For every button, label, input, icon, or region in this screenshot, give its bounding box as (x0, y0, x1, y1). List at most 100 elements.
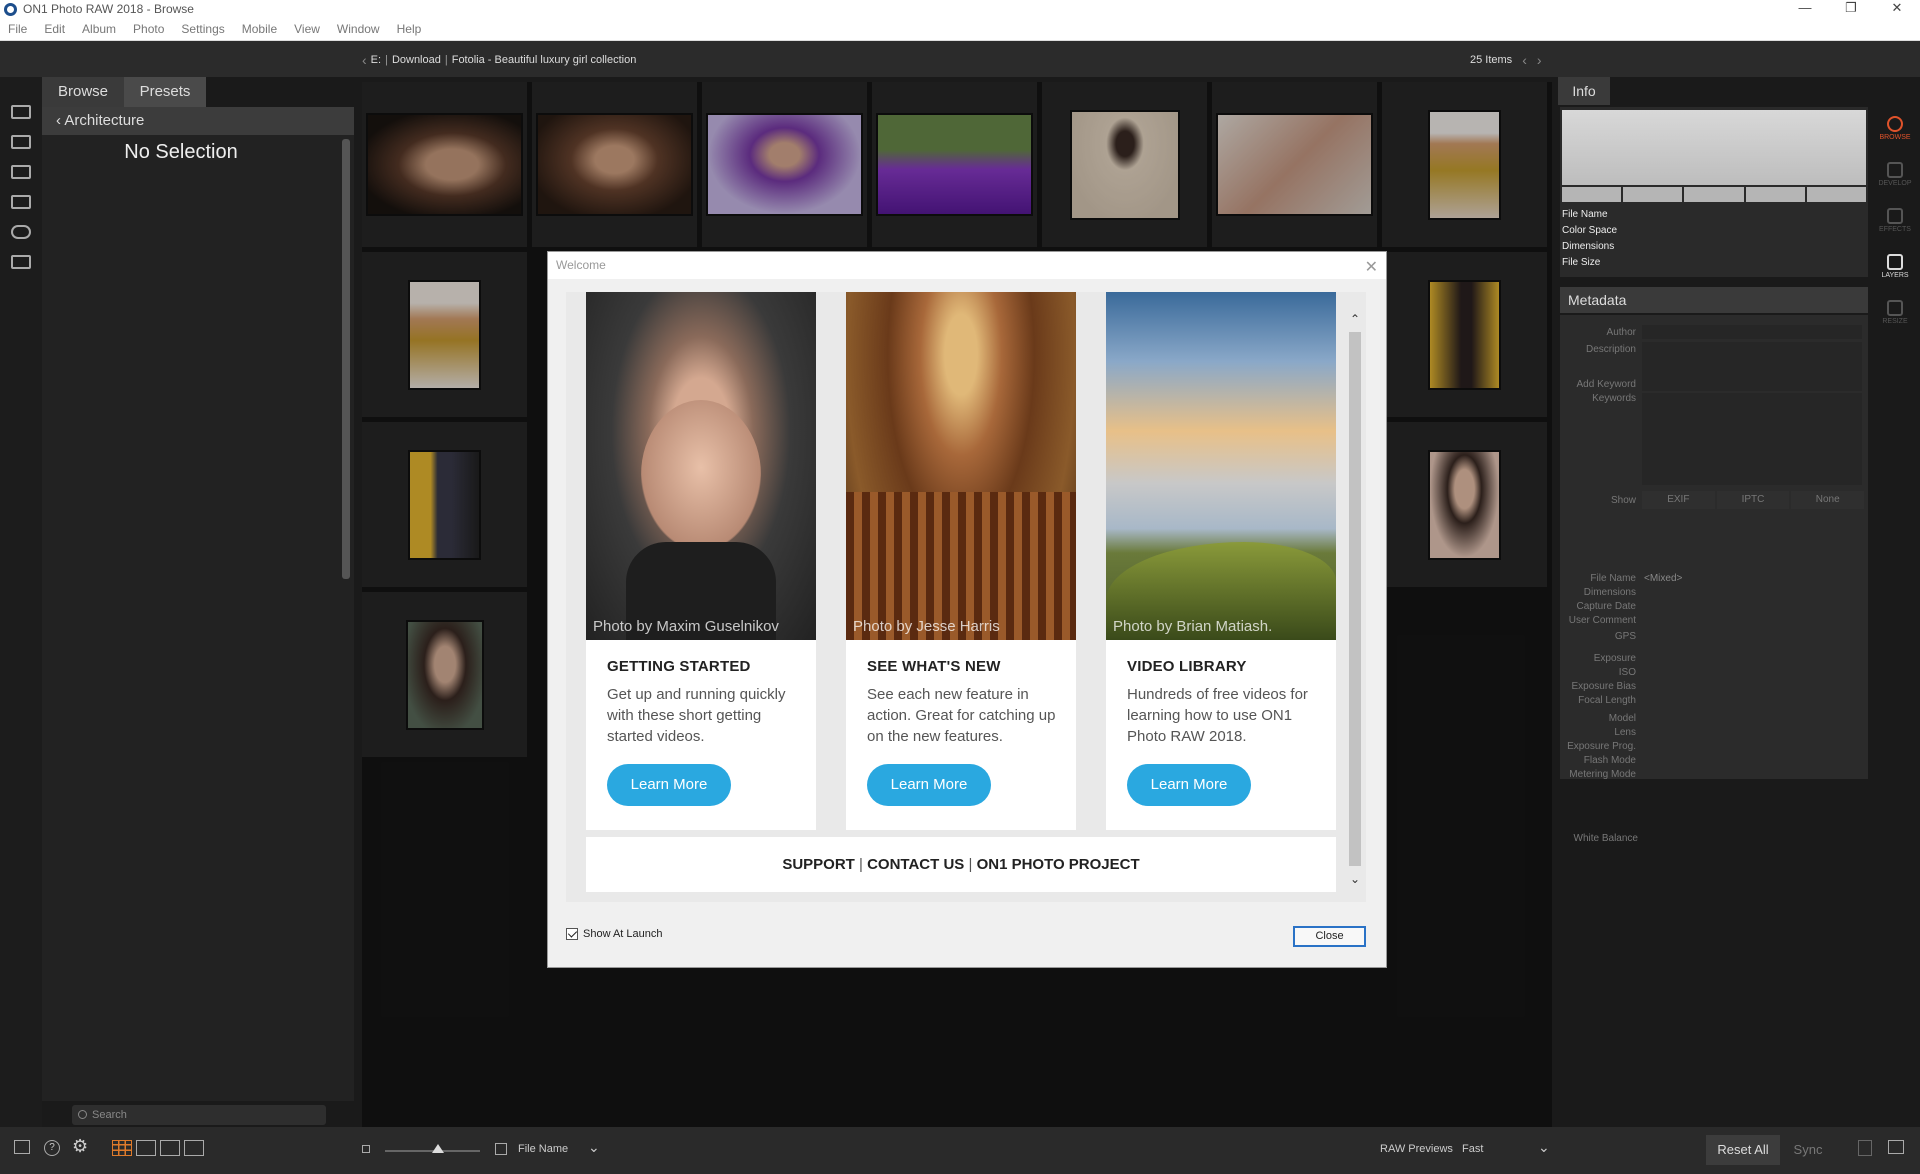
cloud-icon[interactable] (0, 217, 42, 247)
help-icon[interactable]: ? (44, 1140, 60, 1156)
item-count-area: 25 Items ‹ › (1470, 52, 1542, 68)
menu-mobile[interactable]: Mobile (234, 22, 286, 36)
right-panel: Info File Name Color Space Dimensions Fi… (1558, 77, 1870, 1127)
meta-add-keyword-label: Add Keyword (1576, 379, 1636, 390)
compare-view-icon[interactable] (184, 1140, 204, 1156)
show-iptc-button[interactable]: IPTC (1716, 491, 1790, 509)
sync-button[interactable]: Sync (1780, 1135, 1836, 1165)
raw-previews-select[interactable]: Fast (1462, 1143, 1483, 1155)
local-drives-icon[interactable] (0, 97, 42, 127)
learn-more-button[interactable]: Learn More (607, 764, 731, 806)
meta-iso-label: ISO (1618, 667, 1636, 678)
path-collection[interactable]: Fotolia - Beautiful luxury girl collecti… (452, 54, 637, 66)
dialog-title: Welcome (548, 252, 1386, 279)
meta-add-keyword-field[interactable] (1642, 377, 1862, 391)
menu-help[interactable]: Help (389, 22, 431, 36)
metadata-header[interactable]: Metadata (1560, 287, 1868, 313)
mode-develop[interactable]: DEVELOP (1870, 151, 1920, 197)
card-image-cathedral: Photo by Jesse Harris (846, 292, 1076, 640)
mode-browse[interactable]: BROWSE (1870, 105, 1920, 151)
network-drive-icon[interactable] (0, 187, 42, 217)
card-heading: VIDEO LIBRARY (1127, 658, 1247, 675)
path-drive[interactable]: E: (371, 54, 381, 66)
meta-file-name-label: File Name (1590, 573, 1636, 584)
tab-presets[interactable]: Presets (124, 77, 206, 107)
meta-dimensions-label: Dimensions (1583, 587, 1636, 598)
meta-description-label: Description (1585, 344, 1636, 355)
filmstrip-view-icon[interactable] (160, 1140, 180, 1156)
path-separator: | (385, 54, 388, 66)
folder-breadcrumb[interactable]: ‹ Architecture (42, 107, 354, 135)
contact-us-link[interactable]: CONTACT US (867, 856, 964, 873)
mode-effects[interactable]: EFFECTS (1870, 197, 1920, 243)
card-body: Get up and running quickly with these sh… (607, 686, 786, 745)
gear-icon[interactable]: ⚙ (72, 1136, 88, 1157)
grid-view-icon[interactable] (112, 1140, 132, 1156)
prev-chevron-icon[interactable]: ‹ (1522, 52, 1527, 68)
photo-credit: Photo by Jesse Harris (853, 618, 1000, 635)
card-body: Hundreds of free videos for learning how… (1127, 686, 1308, 745)
menu-window[interactable]: Window (329, 22, 389, 36)
sort-field[interactable]: File Name (518, 1143, 568, 1155)
meta-white-balance-label: White Balance (1573, 833, 1638, 844)
resize-icon (1887, 299, 1903, 316)
menu-view[interactable]: View (286, 22, 329, 36)
tab-info[interactable]: Info (1558, 77, 1610, 105)
meta-exposure-bias-label: Exposure Bias (1571, 681, 1636, 692)
photo-project-link[interactable]: ON1 PHOTO PROJECT (977, 856, 1140, 873)
chevron-down-icon[interactable]: ⌄ (1538, 1139, 1550, 1156)
menu-photo[interactable]: Photo (125, 22, 173, 36)
detail-view-icon[interactable] (136, 1140, 156, 1156)
window-controls: — ❐ ✕ (1782, 0, 1920, 16)
close-button[interactable]: Close (1293, 926, 1366, 947)
info-file-name: File Name (1562, 209, 1608, 220)
sort-checkbox[interactable] (495, 1143, 507, 1158)
menu-edit[interactable]: Edit (36, 22, 74, 36)
slider-knob[interactable] (432, 1144, 444, 1153)
menu-settings[interactable]: Settings (173, 22, 233, 36)
mode-layers[interactable]: LAYERS (1870, 243, 1920, 289)
minimize-icon[interactable]: — (1782, 0, 1828, 16)
show-at-launch-option[interactable]: Show At Launch (566, 928, 663, 940)
reset-all-button[interactable]: Reset All (1706, 1135, 1780, 1165)
next-chevron-icon[interactable]: › (1537, 52, 1542, 68)
view-mode-icons (112, 1140, 204, 1156)
window-title: ON1 Photo RAW 2018 - Browse (23, 2, 194, 16)
show-none-button[interactable]: None (1791, 491, 1865, 509)
chevron-down-icon[interactable]: ⌄ (588, 1139, 600, 1156)
breadcrumb-label: Architecture (64, 112, 145, 129)
back-chevron-icon[interactable]: ‹ (362, 52, 367, 68)
breadcrumb: ‹ E: | Download | Fotolia - Beautiful lu… (362, 52, 636, 68)
path-folder[interactable]: Download (392, 54, 441, 66)
share-icon[interactable] (1858, 1140, 1872, 1156)
card-row: Photo by Maxim Guselnikov GETTING STARTE… (586, 292, 1336, 830)
card-image-portrait: Photo by Maxim Guselnikov (586, 292, 816, 640)
meta-description-field[interactable] (1642, 342, 1862, 378)
meta-author-field[interactable] (1642, 325, 1862, 339)
support-link[interactable]: SUPPORT (782, 856, 855, 873)
panel-scrollbar[interactable] (342, 139, 350, 579)
mode-resize[interactable]: RESIZE (1870, 289, 1920, 335)
close-window-icon[interactable]: ✕ (1874, 0, 1920, 16)
dialog-scrollbar[interactable]: ⌃ ⌄ (1348, 312, 1362, 892)
meta-exposure-prog-label: Exposure Prog. (1567, 741, 1636, 752)
scroll-down-icon[interactable]: ⌄ (1348, 872, 1362, 886)
scroll-up-icon[interactable]: ⌃ (1348, 312, 1362, 326)
tab-browse[interactable]: Browse (42, 77, 124, 107)
right-panel-toggle-icon[interactable] (1888, 1140, 1904, 1154)
scroll-track[interactable] (1349, 332, 1361, 866)
menu-album[interactable]: Album (74, 22, 125, 36)
menu-file[interactable]: File (0, 22, 36, 36)
search-input[interactable]: Search (72, 1105, 326, 1125)
panel-toggle-icon[interactable] (14, 1140, 30, 1154)
photo-credit: Photo by Brian Matiash. (1113, 618, 1273, 635)
restore-icon[interactable]: ❐ (1828, 0, 1874, 16)
show-exif-button[interactable]: EXIF (1642, 491, 1715, 509)
develop-icon (1887, 161, 1903, 178)
show-at-launch-checkbox[interactable] (566, 928, 578, 940)
learn-more-button[interactable]: Learn More (867, 764, 991, 806)
close-icon[interactable]: ✕ (1365, 257, 1378, 277)
meta-keywords-field[interactable] (1642, 393, 1862, 485)
learn-more-button[interactable]: Learn More (1127, 764, 1251, 806)
albums-icon[interactable] (0, 247, 42, 277)
